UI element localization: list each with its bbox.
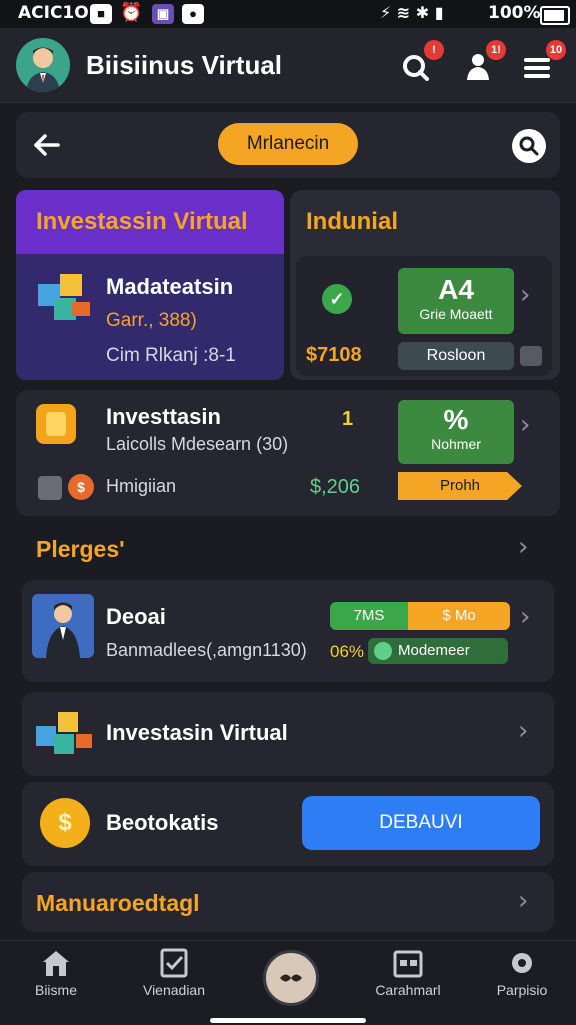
investasi-item-sub2: Cim Rlkanj :8-1 <box>106 345 236 366</box>
chevron-right-icon[interactable]: › <box>520 410 530 440</box>
deal-row-title: Deoai <box>106 604 166 629</box>
coins-action-button[interactable]: DEBAUVI <box>302 796 540 850</box>
indunial-card-title: Indunial <box>306 208 398 235</box>
deal-progress-left: 7MS <box>330 602 408 630</box>
blocks-icon <box>32 266 96 330</box>
signal-icons: ⚡ ≋ ✱ ▮ <box>380 3 444 22</box>
investasi-item-title: Madateatsin <box>106 274 234 299</box>
pill-button[interactable]: Mrlanecin <box>218 123 358 165</box>
notification-icon: ■ <box>90 4 112 24</box>
profile-button[interactable]: 1! <box>458 40 506 88</box>
invest-orange-tag[interactable]: Prohh <box>398 472 522 500</box>
app-icon: ▣ <box>152 4 174 24</box>
notification-badge: 1! <box>486 40 506 60</box>
check-icon: ✓ <box>322 284 352 314</box>
investasi-item-sub: Garr., 388) <box>106 310 197 331</box>
deal-progress: 7MS $ Mo <box>330 602 510 630</box>
nav-center-button[interactable] <box>263 950 319 1006</box>
businessman-avatar <box>32 594 94 658</box>
invest-row-price: $,206 <box>310 476 361 498</box>
invest-icon-label: Hmigiian <box>106 476 177 496</box>
investasi-card-title: Investassin Virtual <box>36 208 248 235</box>
battery-text: 100% <box>488 3 541 23</box>
invest-row-num: 1 <box>342 408 354 430</box>
notification-badge: ! <box>424 40 444 60</box>
chevron-right-icon[interactable]: › <box>518 886 528 916</box>
chevron-right-icon[interactable]: › <box>518 532 528 562</box>
nav-label: Carahmarl <box>375 982 441 998</box>
alarm-icon: ⏰ <box>120 2 143 22</box>
indunial-action-button[interactable]: Rosloon <box>398 342 514 370</box>
invest-row-sub: Laicolls Mdesearn (30) <box>106 434 289 454</box>
deal-progress-right: $ Mo <box>408 602 510 630</box>
indunial-big: A4 <box>438 274 474 305</box>
indunial-price: $7108 <box>306 344 362 366</box>
section-title-plerges: Plerges' <box>36 536 125 562</box>
avatar[interactable] <box>16 38 70 92</box>
back-button[interactable] <box>30 128 64 162</box>
deal-row[interactable] <box>22 580 554 682</box>
trash-icon[interactable] <box>520 346 542 366</box>
indunial-big-sub: Grie Moaett <box>419 306 493 322</box>
invest-row-title: Investtasin <box>106 404 221 429</box>
chevron-right-icon[interactable]: › <box>518 716 528 746</box>
search-button[interactable] <box>512 129 546 163</box>
menu-button[interactable]: 10 <box>518 40 566 88</box>
status-time: ACIC1O <box>18 3 89 23</box>
chevron-right-icon[interactable]: › <box>520 280 530 310</box>
deal-row-sub: Banmadlees(,amgn1130) <box>106 640 307 660</box>
nav-label: Vienadian <box>142 982 206 998</box>
battery-icon <box>540 6 570 25</box>
invest-box-big: % <box>443 404 469 435</box>
invest-value-box[interactable]: % Nohmer <box>398 400 514 464</box>
chat-icon: ● <box>182 4 204 24</box>
virtual-row-title: Investasin Virtual <box>106 720 288 745</box>
coin-icon: $ <box>40 798 90 848</box>
nav-label: Parpisio <box>496 982 548 998</box>
back-arrow-icon <box>34 134 60 156</box>
blocks-icon <box>32 704 96 764</box>
virtual-row[interactable] <box>22 692 554 776</box>
home-icon <box>43 951 69 976</box>
search-button[interactable]: ! <box>396 40 444 88</box>
invest-box-sub: Nohmer <box>431 436 481 452</box>
app-title: Biisiinus Virtual <box>86 50 283 80</box>
calendar-icon <box>393 950 423 978</box>
center-icon <box>280 974 302 982</box>
deal-tag[interactable]: Modemeer <box>368 638 508 664</box>
coin-stack-icon <box>36 404 76 444</box>
coins-row-title: Beotokatis <box>106 810 219 835</box>
box-icon <box>38 476 62 500</box>
search-icon <box>519 136 539 156</box>
nav-home[interactable]: Biisme <box>6 948 106 998</box>
chevron-right-icon[interactable]: › <box>520 602 530 632</box>
deal-tag-label: Modemeer <box>398 642 470 659</box>
nav-tasks[interactable]: Vienadian <box>124 948 224 998</box>
deal-row-pct: 06% <box>330 642 365 661</box>
dollar-coin-icon: $ <box>68 474 94 500</box>
settings-icon <box>512 953 532 973</box>
tasks-icon <box>160 948 188 978</box>
home-indicator <box>210 1018 366 1023</box>
indunial-value-box[interactable]: A4 Grie Moaett <box>398 268 514 334</box>
notification-badge: 10 <box>546 40 566 60</box>
nav-settings[interactable]: Parpisio <box>472 948 572 998</box>
check-icon <box>374 642 392 660</box>
nav-calendar[interactable]: Carahmarl <box>358 948 458 998</box>
nav-label: Biisme <box>34 982 77 998</box>
section-title-manuaroedtagl: Manuaroedtagl <box>36 890 200 916</box>
